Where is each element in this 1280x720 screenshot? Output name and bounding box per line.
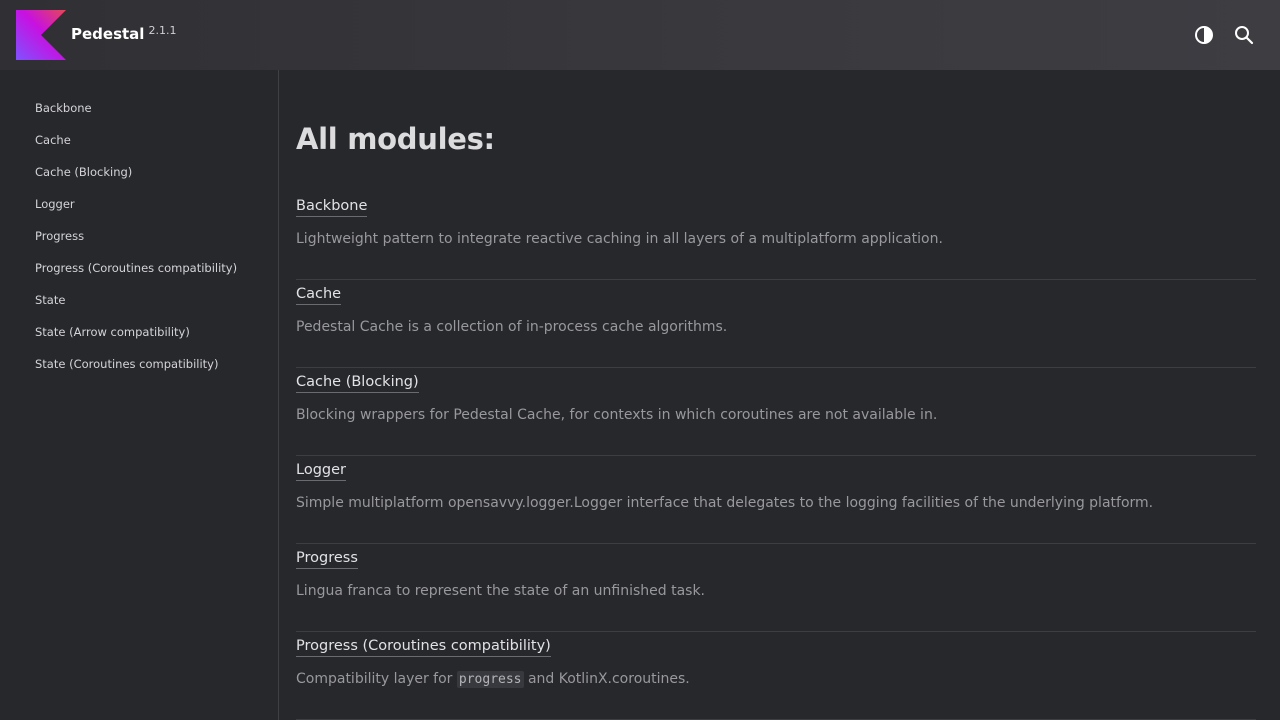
module-link-backbone[interactable]: Backbone bbox=[296, 198, 368, 217]
half-circle-contrast-icon bbox=[1195, 26, 1213, 44]
module-description: Blocking wrappers for Pedestal Cache, fo… bbox=[296, 407, 938, 423]
sidebar-item-state-coroutines[interactable]: State (Coroutines compatibility) bbox=[0, 352, 278, 384]
sidebar-navigation: Backbone Cache Cache (Blocking) Logger P… bbox=[0, 70, 279, 720]
description-text: Compatibility layer for bbox=[296, 671, 457, 687]
module-link-cache-blocking[interactable]: Cache (Blocking) bbox=[296, 374, 419, 393]
list-item: Backbone Lightweight pattern to integrat… bbox=[296, 192, 1256, 280]
module-description: Lingua franca to represent the state of … bbox=[296, 583, 706, 599]
sidebar-item-progress[interactable]: Progress bbox=[0, 224, 278, 256]
list-item: Progress (Coroutines compatibility) Comp… bbox=[296, 632, 1256, 720]
kotlin-logo-icon[interactable] bbox=[16, 10, 66, 60]
description-text: and KotlinX.coroutines. bbox=[523, 671, 690, 687]
module-link-progress[interactable]: Progress bbox=[296, 550, 358, 569]
brand-name[interactable]: Pedestal bbox=[71, 22, 144, 46]
module-description: Pedestal Cache is a collection of in-pro… bbox=[296, 319, 728, 335]
module-link-progress-coroutines[interactable]: Progress (Coroutines compatibility) bbox=[296, 638, 551, 657]
list-item: Progress Lingua franca to represent the … bbox=[296, 544, 1256, 632]
list-item: Logger Simple multiplatform opensavvy.lo… bbox=[296, 456, 1256, 544]
inline-code: progress bbox=[456, 671, 524, 688]
top-bar: Pedestal 2.1.1 bbox=[0, 0, 1280, 70]
sidebar-item-logger[interactable]: Logger bbox=[0, 192, 278, 224]
module-list: Backbone Lightweight pattern to integrat… bbox=[296, 192, 1256, 720]
theme-toggle-button[interactable] bbox=[1189, 20, 1219, 50]
version-label: 2.1.1 bbox=[148, 24, 177, 37]
search-icon bbox=[1235, 26, 1254, 45]
list-item: Cache Pedestal Cache is a collection of … bbox=[296, 280, 1256, 368]
module-description: Simple multiplatform opensavvy.logger.Lo… bbox=[296, 495, 1154, 511]
module-description: Compatibility layer for progress and Kot… bbox=[296, 671, 690, 688]
brand[interactable]: Pedestal 2.1.1 bbox=[71, 22, 176, 46]
sidebar-item-cache[interactable]: Cache bbox=[0, 128, 278, 160]
sidebar-item-state-arrow[interactable]: State (Arrow compatibility) bbox=[0, 320, 278, 352]
sidebar-item-cache-blocking[interactable]: Cache (Blocking) bbox=[0, 160, 278, 192]
list-item: Cache (Blocking) Blocking wrappers for P… bbox=[296, 368, 1256, 456]
main-content: All modules: Backbone Lightweight patter… bbox=[296, 70, 1256, 720]
sidebar-item-state[interactable]: State bbox=[0, 288, 278, 320]
sidebar-item-progress-coroutines[interactable]: Progress (Coroutines compatibility) bbox=[0, 256, 278, 288]
search-button[interactable] bbox=[1229, 20, 1259, 50]
module-link-logger[interactable]: Logger bbox=[296, 462, 346, 481]
sidebar-item-backbone[interactable]: Backbone bbox=[0, 96, 278, 128]
module-link-cache[interactable]: Cache bbox=[296, 286, 342, 305]
page-title: All modules: bbox=[296, 122, 495, 156]
module-description: Lightweight pattern to integrate reactiv… bbox=[296, 231, 943, 247]
